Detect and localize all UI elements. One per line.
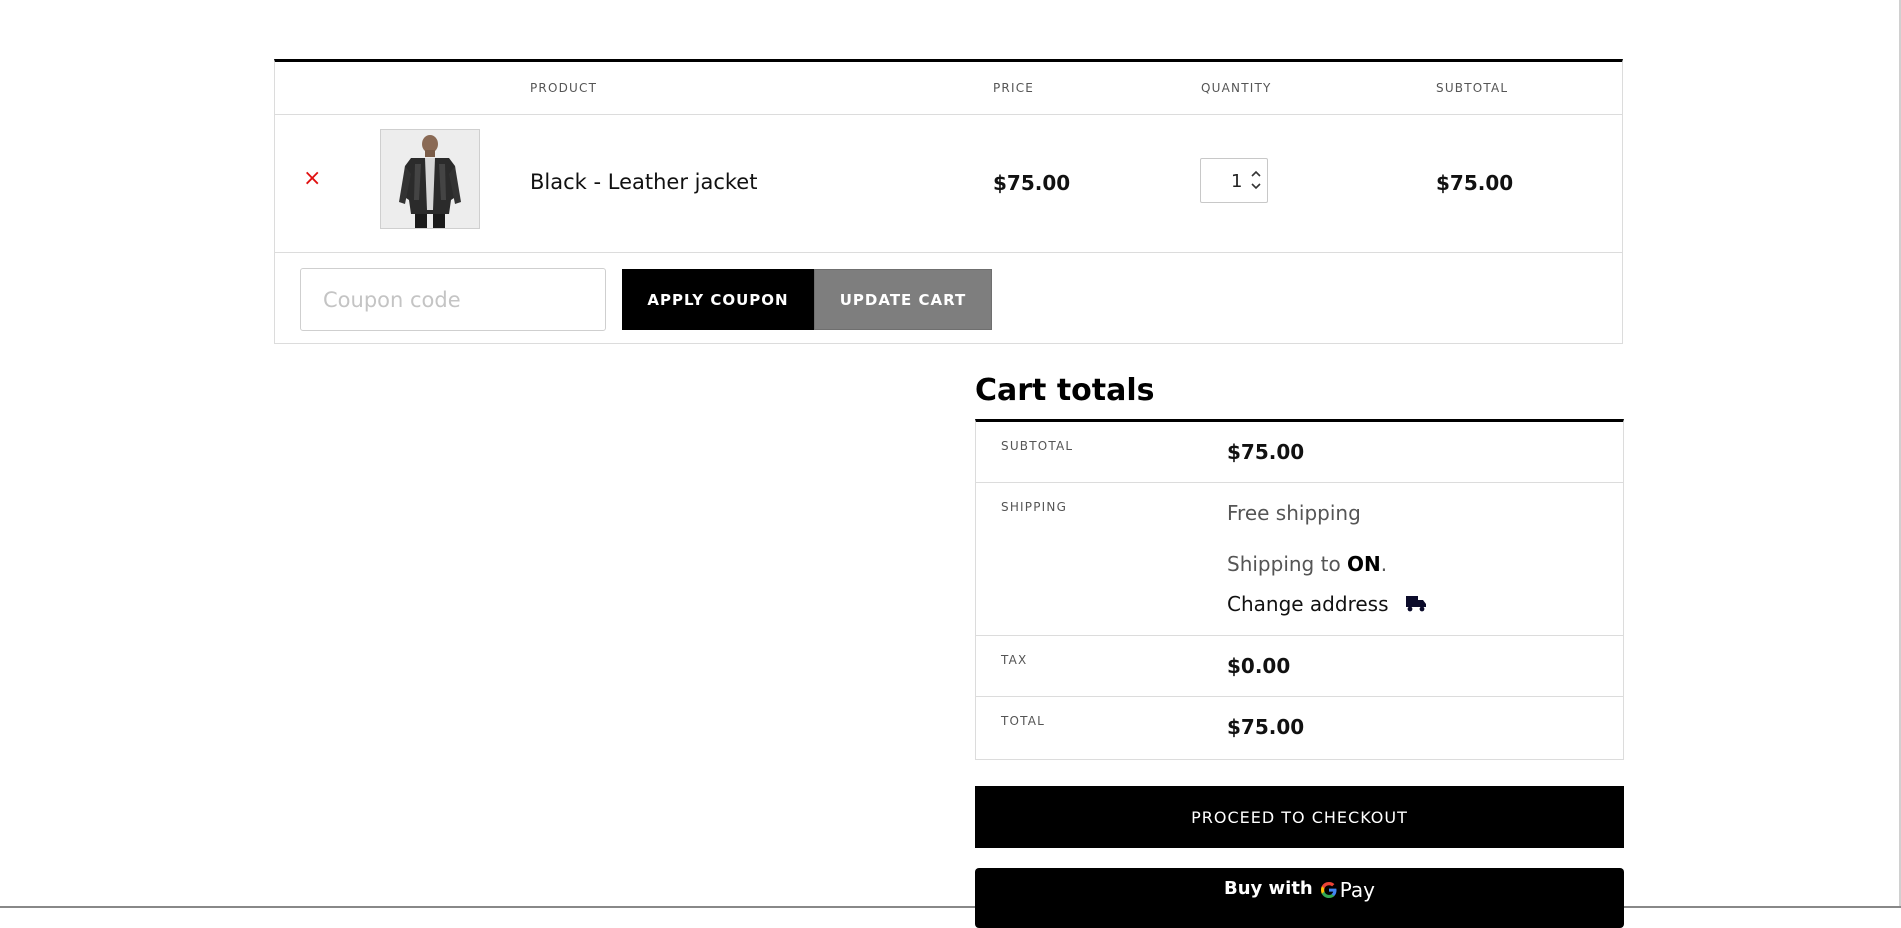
change-address-link[interactable]: Change address xyxy=(1227,592,1389,616)
remove-item-icon[interactable]: × xyxy=(303,168,321,190)
cart-totals-table: SUBTOTAL $75.00 SHIPPING Free shipping S… xyxy=(975,419,1624,760)
shipping-to-prefix: Shipping to xyxy=(1227,552,1348,576)
cart-table: PRODUCT PRICE QUANTITY SUBTOTAL × Black … xyxy=(274,59,1623,344)
quantity-stepper[interactable]: 1 xyxy=(1200,158,1268,203)
quantity-value[interactable]: 1 xyxy=(1231,171,1242,192)
leather-jacket-photo xyxy=(381,130,479,228)
totals-row-total: TOTAL $75.00 xyxy=(976,697,1623,759)
shipping-to-suffix: . xyxy=(1380,552,1388,576)
cart-item-row: × Black - Leather jacket $75.00 1 $75.00 xyxy=(275,115,1622,253)
header-price: PRICE xyxy=(993,81,1035,95)
proceed-to-checkout-button[interactable]: PROCEED TO CHECKOUT xyxy=(975,786,1624,848)
shipping-label: SHIPPING xyxy=(1001,500,1068,514)
google-pay-logo: Pay xyxy=(1320,878,1375,902)
product-name-link[interactable]: Black - Leather jacket xyxy=(530,170,757,194)
subtotal-value: $75.00 xyxy=(1227,440,1305,464)
spin-arrows-icon[interactable] xyxy=(1249,165,1263,195)
gpay-word: Pay xyxy=(1339,878,1376,902)
cart-actions: APPLY COUPON UPDATE CART xyxy=(275,253,1622,344)
product-price: $75.00 xyxy=(993,171,1071,195)
cart-table-header: PRODUCT PRICE QUANTITY SUBTOTAL xyxy=(275,62,1622,115)
header-product: PRODUCT xyxy=(530,81,598,95)
tax-value: $0.00 xyxy=(1227,654,1291,678)
item-subtotal: $75.00 xyxy=(1436,171,1514,195)
google-pay-button[interactable]: Buy with Pay xyxy=(975,868,1624,928)
cart-totals-title: Cart totals xyxy=(975,373,1155,408)
totals-row-shipping: SHIPPING Free shipping Shipping to ON. C… xyxy=(976,483,1623,636)
product-thumbnail[interactable] xyxy=(380,129,480,229)
header-quantity: QUANTITY xyxy=(1201,81,1272,95)
totals-row-subtotal: SUBTOTAL $75.00 xyxy=(976,422,1623,483)
truck-icon[interactable] xyxy=(1405,594,1427,614)
totals-row-tax: TAX $0.00 xyxy=(976,636,1623,697)
update-cart-button[interactable]: UPDATE CART xyxy=(814,269,992,330)
shipping-method: Free shipping xyxy=(1227,501,1361,525)
total-label: TOTAL xyxy=(1001,714,1046,728)
gpay-prefix: Buy with xyxy=(1223,878,1313,899)
shipping-region: ON xyxy=(1347,552,1381,576)
total-value: $75.00 xyxy=(1227,715,1305,739)
header-subtotal: SUBTOTAL xyxy=(1436,81,1509,95)
coupon-code-input[interactable] xyxy=(300,268,606,331)
google-g-icon xyxy=(1320,882,1337,898)
subtotal-label: SUBTOTAL xyxy=(1001,439,1074,453)
shipping-destination: Shipping to ON. xyxy=(1227,552,1387,576)
tax-label: TAX xyxy=(1001,653,1028,667)
apply-coupon-button[interactable]: APPLY COUPON xyxy=(622,269,814,330)
